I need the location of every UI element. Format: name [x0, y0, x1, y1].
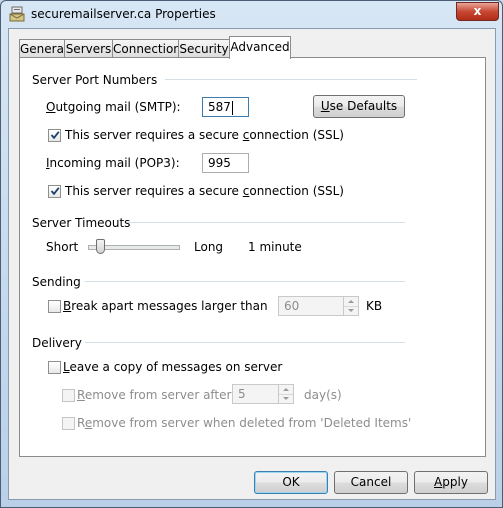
- leave-copy-label: Leave a copy of messages on server: [63, 360, 283, 374]
- tab-general[interactable]: General: [19, 39, 67, 58]
- group-divider: [127, 222, 405, 223]
- spin-down-arrow-icon[interactable]: [279, 394, 293, 403]
- spin-down-arrow-icon[interactable]: [344, 306, 358, 315]
- remove-after-checkbox[interactable]: [62, 389, 75, 402]
- group-divider: [85, 281, 405, 282]
- tab-connection[interactable]: Connection: [112, 39, 181, 58]
- break-apart-label: Break apart messages larger than: [63, 299, 268, 313]
- timeout-short-label: Short: [46, 240, 79, 254]
- window-title: securemailserver.ca Properties: [31, 7, 216, 21]
- checkmark-icon: [50, 131, 60, 140]
- incoming-port-input[interactable]: 995: [202, 153, 249, 173]
- break-apart-checkbox[interactable]: [48, 300, 61, 313]
- ok-button[interactable]: OK: [254, 471, 328, 494]
- smtp-ssl-checkbox[interactable]: [48, 129, 61, 142]
- apply-button[interactable]: Apply: [414, 471, 488, 494]
- tab-advanced[interactable]: Advanced: [229, 36, 291, 59]
- sending-heading: Sending: [32, 275, 81, 289]
- break-apart-size-input[interactable]: 60: [278, 296, 344, 316]
- remove-days-input[interactable]: 5: [232, 384, 279, 404]
- remove-deleted-label: Remove from server when deleted from 'De…: [77, 416, 412, 430]
- tab-servers[interactable]: Servers: [64, 39, 113, 58]
- outgoing-port-input[interactable]: 587: [202, 97, 249, 117]
- timeout-value: 1 minute: [248, 240, 302, 254]
- incoming-mail-label: Incoming mail (POP3):: [46, 156, 180, 170]
- remove-deleted-checkbox[interactable]: [62, 417, 75, 430]
- close-button[interactable]: x: [456, 2, 499, 21]
- group-divider: [85, 342, 405, 343]
- timeout-slider-thumb[interactable]: [96, 239, 106, 254]
- close-icon: x: [473, 4, 482, 18]
- pop3-ssl-checkbox[interactable]: [48, 185, 61, 198]
- days-spinner[interactable]: [278, 384, 294, 404]
- advanced-panel: Server Port Numbers Outgoing mail (SMTP)…: [19, 57, 486, 457]
- pop3-ssl-label: This server requires a secure connection…: [65, 184, 344, 198]
- outgoing-mail-label: Outgoing mail (SMTP):: [46, 100, 181, 114]
- leave-copy-checkbox[interactable]: [48, 361, 61, 374]
- dialog-body: General Servers Connection Security Adva…: [8, 28, 496, 500]
- smtp-ssl-label: This server requires a secure connection…: [65, 128, 344, 142]
- size-unit-label: KB: [366, 299, 383, 313]
- checkmark-icon: [50, 187, 60, 196]
- use-defaults-button[interactable]: Use Defaults: [313, 95, 405, 118]
- timeout-long-label: Long: [194, 240, 224, 254]
- cancel-button[interactable]: Cancel: [334, 471, 408, 494]
- server-timeouts-heading: Server Timeouts: [32, 216, 131, 230]
- remove-after-label: Remove from server after: [77, 388, 232, 402]
- properties-dialog: securemailserver.ca Properties x General…: [0, 0, 503, 508]
- mail-server-icon: [9, 6, 25, 22]
- tab-security[interactable]: Security: [178, 39, 230, 58]
- size-spinner[interactable]: [343, 296, 359, 316]
- text-cursor: [231, 100, 233, 115]
- server-port-numbers-heading: Server Port Numbers: [32, 73, 158, 87]
- delivery-heading: Delivery: [32, 336, 82, 350]
- group-divider: [165, 79, 417, 80]
- title-bar[interactable]: securemailserver.ca Properties x: [1, 1, 502, 27]
- days-unit-label: day(s): [304, 388, 342, 402]
